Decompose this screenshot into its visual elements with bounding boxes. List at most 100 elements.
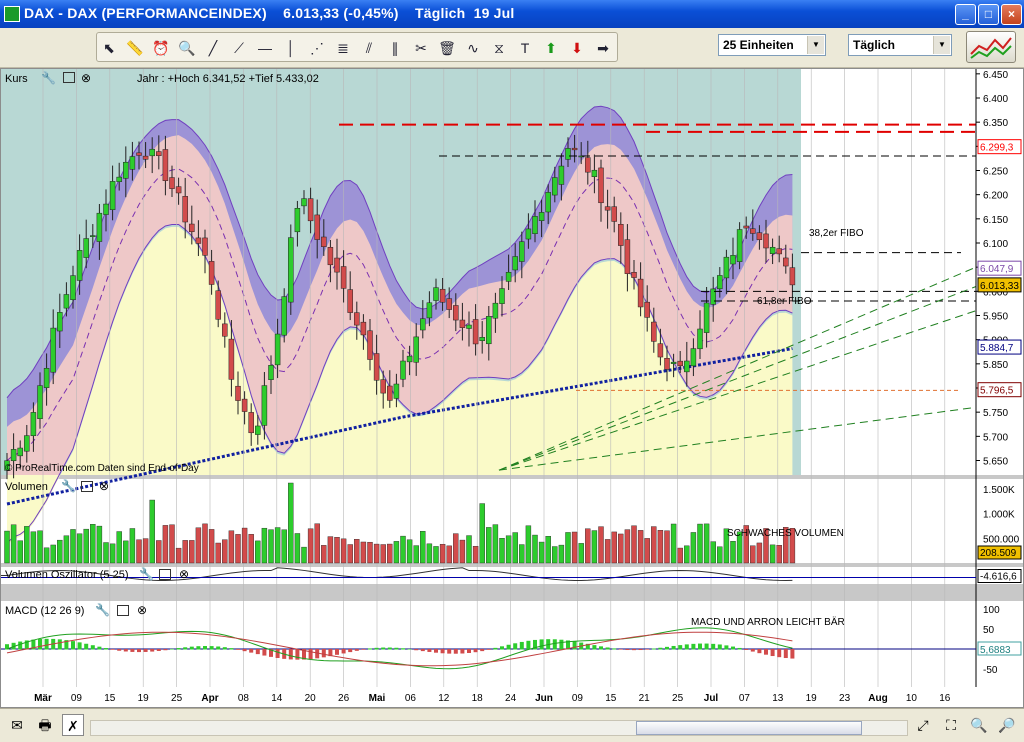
- alarm-icon[interactable]: ⏰: [151, 38, 171, 58]
- tools-icon[interactable]: ✂: [411, 38, 431, 58]
- print-icon[interactable]: 🖶: [34, 714, 56, 736]
- candle-body: [43, 368, 50, 388]
- window-icon[interactable]: [81, 481, 93, 492]
- arrow-up-icon[interactable]: ⬆: [541, 38, 561, 58]
- volume-bar: [169, 524, 175, 564]
- settings-icon[interactable]: 🔧: [95, 603, 110, 617]
- vertical-line-icon[interactable]: │: [281, 38, 301, 58]
- panel-separator: [1, 475, 1023, 479]
- macd-histogram-bar: [671, 645, 676, 650]
- zoom-in-icon[interactable]: 🔎: [996, 714, 1018, 736]
- volume-bar: [631, 525, 637, 564]
- candle-body: [255, 425, 261, 435]
- fibo-38-label: 38,2er FIBO: [809, 228, 864, 239]
- channel-icon[interactable]: ⫽: [359, 38, 379, 58]
- macd-histogram-bar: [262, 649, 267, 656]
- candle-body: [558, 165, 565, 185]
- macd-histogram-bar: [592, 645, 597, 650]
- text-icon[interactable]: T: [515, 38, 535, 58]
- volume-bar: [453, 533, 459, 564]
- settings-icon[interactable]: 🔧: [61, 479, 76, 493]
- macd-histogram-bar: [38, 639, 42, 650]
- units-select[interactable]: 25 Einheiten ▼: [718, 34, 826, 56]
- macd-histogram-bar: [222, 647, 227, 650]
- macd-histogram-bar: [216, 646, 221, 650]
- horizontal-line-icon[interactable]: —: [255, 38, 275, 58]
- settings-icon[interactable]: 🔧: [41, 71, 56, 85]
- scrollbar-thumb[interactable]: [636, 721, 862, 735]
- settings-icon[interactable]: 🔧: [139, 567, 154, 581]
- macd-histogram-bar: [500, 646, 504, 650]
- trendline-icon[interactable]: ╱: [203, 38, 223, 58]
- zoom-out-icon[interactable]: 🔍: [968, 714, 990, 736]
- candle-body: [618, 224, 624, 246]
- close-panel-icon[interactable]: ⊗: [137, 603, 147, 617]
- trash-icon[interactable]: 🗑: [437, 38, 457, 58]
- candle-body: [763, 233, 769, 249]
- volume-axis-label: 1.500K: [983, 485, 1015, 496]
- arrow-right-icon[interactable]: ➡: [593, 38, 613, 58]
- close-panel-icon[interactable]: ⊗: [99, 479, 109, 493]
- x-axis-label: 09: [71, 693, 83, 704]
- indicators-button[interactable]: [966, 31, 1016, 63]
- mail-icon[interactable]: ✉: [6, 714, 28, 736]
- macd-panel-bg: [1, 601, 976, 687]
- window-icon[interactable]: [117, 605, 129, 616]
- zoom-fit-icon[interactable]: ⤢: [912, 714, 934, 736]
- volume-bar: [347, 544, 353, 564]
- volume-bar: [360, 541, 367, 564]
- period-select[interactable]: Täglich ▼: [848, 34, 952, 56]
- candle-body: [750, 228, 756, 234]
- candle-body: [334, 257, 340, 273]
- price-value-tag-text: 6.299,3: [980, 143, 1014, 154]
- window-icon[interactable]: [63, 72, 75, 83]
- volume-bar: [552, 546, 558, 564]
- maximize-button[interactable]: □: [978, 4, 999, 25]
- macd-histogram-bar: [645, 649, 650, 650]
- candle-body: [222, 323, 228, 337]
- macd-histogram-bar: [704, 643, 709, 650]
- wave-icon[interactable]: ∿: [463, 38, 483, 58]
- candle-body: [426, 302, 433, 319]
- ray-icon[interactable]: ⟋: [229, 38, 249, 58]
- watermark: © ProRealTime.com Daten sind End-of-Day: [5, 463, 199, 474]
- volume-bar: [380, 544, 386, 564]
- cursor-toggle-icon[interactable]: ✗: [62, 714, 84, 736]
- macd-histogram-bar: [249, 649, 254, 653]
- candle-body: [677, 360, 683, 367]
- close-panel-icon[interactable]: ⊗: [81, 71, 91, 85]
- macd-histogram-bar: [189, 646, 194, 650]
- macd-histogram-bar: [77, 642, 82, 650]
- close-button[interactable]: ×: [1001, 4, 1022, 25]
- arrow-down-icon[interactable]: ⬇: [567, 38, 587, 58]
- x-axis-label: 15: [605, 693, 617, 704]
- macd-histogram-bar: [229, 648, 234, 650]
- price-value-tag-text: 6.013,33: [980, 281, 1019, 292]
- macd-histogram-bar: [717, 644, 722, 650]
- volume-bar: [116, 531, 122, 564]
- volume-bar: [215, 542, 221, 564]
- panel-separator: [1, 563, 1023, 567]
- horizontal-scrollbar[interactable]: [90, 720, 908, 736]
- ruler-icon[interactable]: 📏: [125, 38, 145, 58]
- window-icon[interactable]: [159, 569, 171, 580]
- candle-body: [354, 312, 360, 326]
- fibonacci-icon[interactable]: ≣: [333, 38, 353, 58]
- candle-body: [585, 157, 591, 173]
- parallel-icon[interactable]: ∥: [385, 38, 405, 58]
- close-panel-icon[interactable]: ⊗: [179, 567, 189, 581]
- macd-histogram-bar: [486, 649, 491, 650]
- chart-area: 38,2er FIBO61,8er FIBO6.4506.4006.3506.3…: [0, 68, 1024, 708]
- chart-canvas[interactable]: 38,2er FIBO61,8er FIBO6.4506.4006.3506.3…: [1, 69, 1023, 707]
- pointer-icon[interactable]: ⬉: [99, 38, 119, 58]
- candle-body: [703, 302, 710, 333]
- macd-histogram-bar: [513, 643, 518, 650]
- zoom-all-icon[interactable]: ⛶: [940, 714, 962, 736]
- zoom-icon[interactable]: 🔍: [177, 38, 197, 58]
- triangle-icon[interactable]: ⧖: [489, 38, 509, 58]
- candle-body: [70, 275, 76, 300]
- macd-histogram-bar: [18, 641, 23, 650]
- minimize-button[interactable]: _: [955, 4, 976, 25]
- fan-icon[interactable]: ⋰: [307, 38, 327, 58]
- candle-body: [314, 214, 320, 240]
